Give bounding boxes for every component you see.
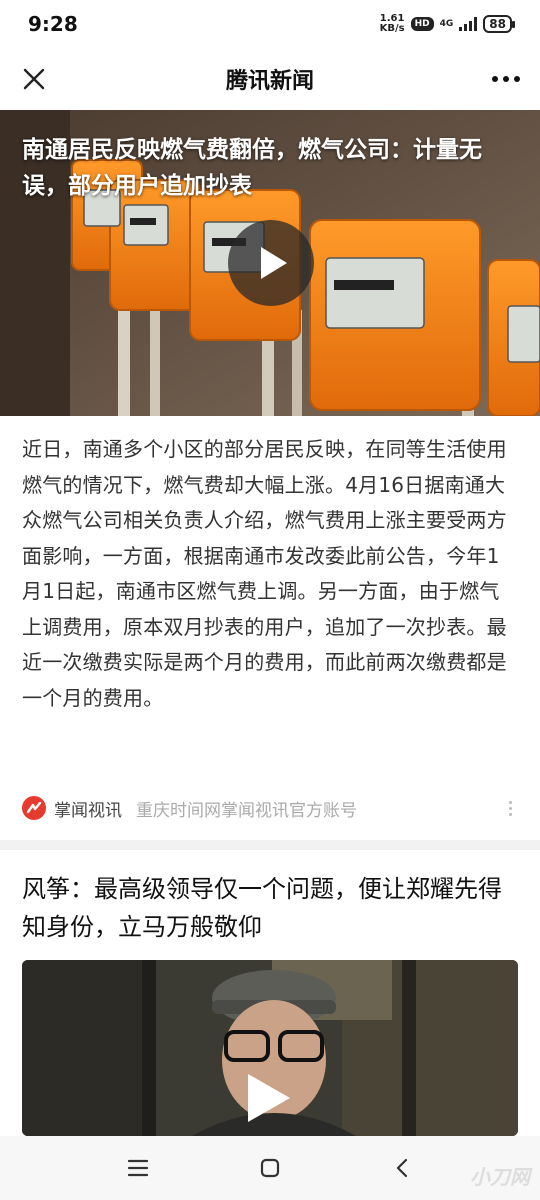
close-button[interactable] — [16, 61, 52, 97]
signal-icon — [459, 17, 478, 31]
source-logo-icon — [26, 801, 42, 814]
menu-button[interactable] — [118, 1148, 158, 1188]
more-icon[interactable] — [509, 800, 518, 816]
source-logo — [22, 796, 46, 820]
network-type: 4G — [439, 18, 454, 29]
status-time: 9:28 — [28, 12, 78, 36]
system-navigation-bar — [0, 1136, 540, 1200]
play-icon — [261, 247, 287, 279]
close-icon — [23, 68, 45, 90]
status-bar: 9:28 1.61 KB/s HD 4G 88 — [0, 0, 540, 48]
back-button[interactable] — [382, 1148, 422, 1188]
more-icon[interactable] — [492, 68, 520, 90]
play-button[interactable] — [228, 220, 314, 306]
related-article-title[interactable]: 风筝：最高级领导仅一个问题，便让郑耀先得知身份，立马万般敬仰 — [22, 870, 518, 946]
home-icon — [260, 1158, 280, 1178]
play-icon — [248, 1074, 290, 1122]
play-button[interactable] — [242, 1070, 302, 1130]
page-title: 腾讯新闻 — [225, 69, 314, 94]
network-speed-unit: KB/s — [379, 23, 405, 34]
related-video-thumbnail[interactable] — [22, 960, 518, 1136]
section-divider — [0, 840, 540, 850]
video-player[interactable]: 南通居民反映燃气费翻倍，燃气公司：计量无误，部分用户追加抄表 — [0, 110, 540, 416]
source-name[interactable]: 掌闻视讯 — [54, 796, 122, 821]
watermark-logo: 小刀网 — [470, 1165, 530, 1189]
back-icon — [396, 1158, 408, 1178]
battery-indicator: 88 — [483, 15, 515, 33]
network-speed: 1.61 KB/s — [380, 14, 405, 34]
home-button[interactable] — [250, 1148, 290, 1188]
menu-icon — [127, 1159, 149, 1177]
source-row[interactable]: 掌闻视讯 重庆时间网掌闻视讯官方账号 — [22, 792, 518, 824]
video-headline[interactable]: 南通居民反映燃气费翻倍，燃气公司：计量无误，部分用户追加抄表 — [22, 132, 512, 204]
hd-badge: HD — [410, 17, 434, 31]
article-body: 近日，南通多个小区的部分居民反映，在同等生活使用燃气的情况下，燃气费却大幅上涨。… — [22, 437, 507, 710]
app-header: 腾讯新闻 — [0, 48, 540, 110]
status-indicators: 1.61 KB/s HD 4G 88 — [380, 14, 515, 34]
source-description: 重庆时间网掌闻视讯官方账号 — [136, 800, 357, 821]
